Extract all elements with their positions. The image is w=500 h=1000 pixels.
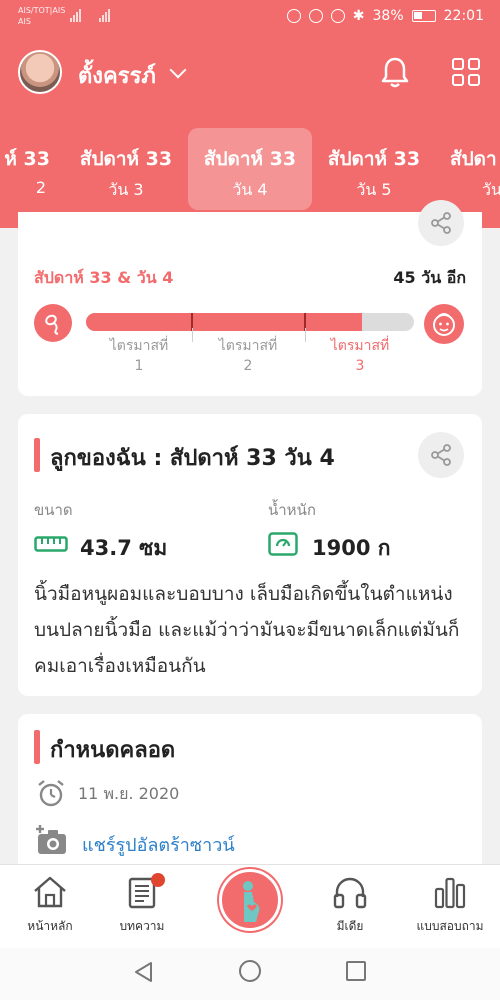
battery-percent: 38%: [372, 8, 404, 24]
username-selector[interactable]: ตั้งครรภ์: [78, 58, 156, 93]
pregnancy-progress-bar: [86, 313, 414, 331]
sperm-icon: [34, 304, 72, 342]
bar-chart-icon: [434, 877, 466, 909]
day-tab-day: วัน 5: [356, 180, 392, 199]
day-tab-day: วัน 4: [232, 180, 268, 199]
day-tab-3[interactable]: สัปดาห์ 33 วัน 3: [64, 128, 188, 210]
day-tab-day: 2: [35, 178, 46, 197]
day-tab-day: วัน 3: [108, 180, 144, 199]
pregnancy-progress-card: สัปดาห์ 33 & วัน 4 45 วัน อีก ไตรมาสที่ …: [18, 200, 482, 396]
clock-time: 22:01: [443, 8, 484, 24]
bottom-navigation: หน้าหลัก บทความ มีเดีย แบบสอบถาม: [0, 864, 500, 948]
day-tab-6[interactable]: สัปดา วัน: [436, 128, 500, 210]
section-accent-bar: [34, 438, 40, 472]
trimester-label: ไตรมาสที่: [330, 338, 390, 354]
baby-info-card: ลูกของฉัน : สัปดาห์ 33 วัน 4 ขนาด 43.7 ซ…: [18, 414, 482, 696]
signal-strength-icon-2: [99, 8, 110, 22]
nav-quiz-label: แบบสอบถาม: [416, 919, 484, 933]
days-left: 45 วัน อีก: [393, 268, 466, 287]
nav-media-label: มีเดีย: [336, 919, 364, 933]
progress-title: สัปดาห์ 33 & วัน 4: [34, 268, 174, 287]
trimester-label: ไตรมาสที่: [109, 338, 169, 354]
trimester-label: ไตรมาสที่: [218, 338, 278, 354]
chevron-down-icon[interactable]: [169, 61, 187, 79]
alarm-icon: [330, 9, 345, 23]
pregnant-woman-icon: [243, 881, 260, 922]
share-icon: [431, 444, 451, 466]
status-bar: AIS/TOT|AIS AIS ✱ 38% 22:01: [0, 0, 500, 36]
pregnancy-center-button[interactable]: [219, 869, 281, 931]
scale-icon: [268, 532, 298, 556]
day-tab-week: สัปดาห์ 33: [327, 148, 421, 170]
nav-articles-label: บทความ: [119, 919, 165, 933]
baby-card-title: ลูกของฉัน : สัปดาห์ 33 วัน 4: [50, 446, 335, 471]
due-date-title: กำหนดคลอด: [50, 738, 176, 763]
headphones-icon: [333, 877, 367, 909]
size-value: 43.7 ซม: [80, 536, 168, 560]
carrier-info: AIS/TOT|AIS AIS: [18, 5, 65, 27]
home-icon: [34, 876, 66, 908]
status-right: ✱ 38% 22:01: [286, 8, 484, 24]
weight-value: 1900 ก: [312, 536, 391, 560]
day-tab-week: ห์ 33: [4, 148, 50, 170]
avatar[interactable]: [18, 50, 62, 94]
due-date-value: 11 พ.ย. 2020: [78, 784, 180, 803]
day-tab-2[interactable]: ห์ 33 2: [0, 128, 58, 210]
signal-icons: [70, 8, 110, 22]
weight-label: น้ำหนัก: [268, 501, 316, 519]
signal-strength-icon: [70, 8, 81, 22]
trimester-3: ไตรมาสที่ 3: [305, 336, 415, 376]
nav-quiz[interactable]: แบบสอบถาม: [405, 875, 495, 936]
baby-face-icon: [424, 304, 464, 344]
trimester-1: ไตรมาสที่ 1: [84, 336, 194, 376]
share-ultrasound-link[interactable]: แชร์รูปอัลตร้าซาวน์: [82, 830, 235, 859]
app-header: ตั้งครรภ์ ห์ 33 2 สัปดาห์ 33 วัน 3 สัปดา…: [0, 36, 500, 228]
carrier-line-1: AIS/TOT|AIS: [18, 6, 66, 15]
nav-media[interactable]: มีเดีย: [305, 875, 395, 936]
system-navigation-bar: [0, 948, 500, 1000]
nav-articles[interactable]: บทความ: [97, 873, 187, 936]
recent-apps-icon[interactable]: [346, 961, 366, 981]
carrier-line-2: AIS: [18, 17, 31, 26]
trimester-number: 2: [243, 358, 253, 374]
share-button[interactable]: [418, 200, 464, 246]
share-button[interactable]: [418, 432, 464, 478]
due-date-card: กำหนดคลอด 11 พ.ย. 2020 แชร์รูปอัลตร้าซาว…: [18, 714, 482, 884]
progress-fill: [86, 313, 362, 331]
day-tab-4[interactable]: สัปดาห์ 33 วัน 4: [188, 128, 312, 210]
day-tab-week: สัปดา: [450, 148, 497, 170]
eye-comfort-icon: [308, 9, 323, 23]
trimester-number: 1: [134, 358, 144, 374]
size-label: ขนาด: [34, 501, 73, 519]
data-saver-icon: [286, 9, 301, 23]
trimester-number: 3: [355, 358, 365, 374]
menu-grid-icon[interactable]: [452, 58, 480, 86]
bell-icon[interactable]: [380, 56, 410, 88]
day-tab-week: สัปดาห์ 33: [203, 148, 297, 170]
bluetooth-icon: ✱: [352, 8, 365, 24]
day-tab-5[interactable]: สัปดาห์ 33 วัน 5: [312, 128, 436, 210]
add-photo-icon[interactable]: [34, 824, 68, 856]
day-tab-day: วัน: [482, 180, 500, 199]
notification-dot: [151, 873, 165, 887]
battery-icon: [411, 10, 436, 22]
section-accent-bar: [34, 730, 40, 764]
baby-description: นิ้วมือหนูผอมและบอบบาง เล็บมือเกิดขึ้นใน…: [34, 583, 460, 677]
nav-home[interactable]: หน้าหลัก: [5, 875, 95, 936]
home-circle-icon[interactable]: [239, 960, 261, 982]
ruler-icon: [34, 536, 68, 552]
share-icon: [431, 212, 451, 234]
trimester-2: ไตรมาสที่ 2: [193, 336, 303, 376]
back-icon[interactable]: [133, 961, 155, 983]
nav-home-label: หน้าหลัก: [27, 919, 73, 933]
alarm-clock-icon: [38, 780, 64, 807]
day-tab-week: สัปดาห์ 33: [79, 148, 173, 170]
week-day-selector: ห์ 33 2 สัปดาห์ 33 วัน 3 สัปดาห์ 33 วัน …: [0, 128, 500, 218]
